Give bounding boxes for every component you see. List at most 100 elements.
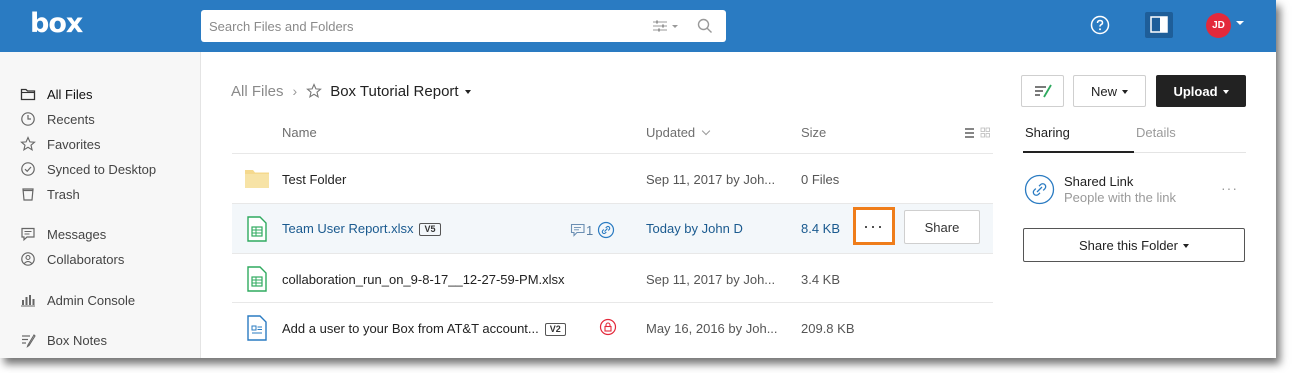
comment-indicator[interactable]: 1 [570, 221, 615, 239]
table-row[interactable]: collaboration_run_on_9-8-17__12-27-59-PM… [232, 253, 993, 303]
trash-icon [22, 188, 34, 201]
more-options-button[interactable]: ... [853, 207, 895, 245]
version-badge[interactable]: V2 [544, 323, 566, 336]
view-toggle-icon[interactable] [964, 127, 992, 139]
shared-link-title: Shared Link [1064, 174, 1134, 189]
file-name-wrap[interactable]: Add a user to your Box from AT&T account… [282, 321, 566, 336]
link-icon[interactable] [597, 221, 615, 239]
column-header-updated[interactable]: Updated [646, 125, 711, 140]
row-share-button[interactable]: Share [904, 210, 980, 244]
star-icon[interactable] [306, 83, 323, 99]
breadcrumb: All Files › Box Tutorial Report [231, 80, 471, 102]
spreadsheet-icon [247, 216, 267, 242]
notes-icon [1034, 84, 1052, 98]
file-size: 8.4 KB [801, 221, 841, 236]
column-header-label: Updated [646, 125, 696, 140]
sidebar-item-messages[interactable]: Messages [20, 224, 106, 244]
shared-link-access[interactable]: People with the link [1064, 190, 1176, 205]
panel-icon [1150, 16, 1168, 33]
sidebar-item-box-notes[interactable]: Box Notes [20, 330, 107, 350]
breadcrumb-separator: › [292, 83, 298, 99]
lock-icon[interactable] [599, 318, 617, 336]
sidebar: All Files Recents Favorites Synced to De… [0, 52, 201, 358]
chevron-down-icon [1183, 243, 1189, 248]
chevron-down-icon[interactable] [1236, 21, 1244, 25]
spreadsheet-icon [247, 266, 267, 292]
file-name[interactable]: Team User Report.xlsx [282, 221, 413, 236]
sidebar-item-label: Synced to Desktop [47, 161, 157, 177]
chevron-down-icon [1122, 89, 1128, 94]
file-name[interactable]: collaboration_run_on_9-8-17__12-27-59-PM… [282, 272, 565, 287]
box-logo[interactable]: box [30, 8, 83, 39]
comment-icon [570, 223, 585, 237]
breadcrumb-current[interactable]: Box Tutorial Report [330, 83, 458, 100]
file-updated: Sep 11, 2017 by Joh... [646, 172, 776, 187]
file-updated: Today by John D [646, 221, 743, 236]
shared-link-more-button[interactable]: ··· [1221, 180, 1238, 196]
shared-link-icon [1024, 174, 1055, 205]
user-icon [21, 252, 35, 266]
breadcrumb-root[interactable]: All Files [231, 83, 284, 100]
document-icon [247, 315, 267, 341]
comment-count: 1 [586, 222, 594, 238]
sort-chevron-icon [701, 126, 711, 136]
help-icon[interactable] [1090, 15, 1110, 35]
chat-icon [21, 227, 35, 242]
tab-details[interactable]: Details [1136, 125, 1176, 140]
sidebar-item-favorites[interactable]: Favorites [20, 134, 100, 154]
sidebar-item-all-files[interactable]: All Files [20, 84, 93, 104]
avatar[interactable]: JD [1206, 13, 1231, 38]
sidebar-toggle-button[interactable] [1145, 12, 1173, 38]
sidebar-item-label: Admin Console [47, 292, 136, 308]
app-window: box Search Files and Folders JD All File… [0, 0, 1276, 358]
table-row[interactable]: Add a user to your Box from AT&T account… [232, 302, 993, 352]
version-badge[interactable]: V5 [419, 223, 441, 236]
new-button[interactable]: New [1073, 75, 1146, 107]
folder-icon [245, 170, 269, 188]
sidebar-item-label: Box Notes [47, 332, 107, 348]
file-size: 0 Files [801, 172, 840, 187]
sidebar-item-collaborators[interactable]: Collaborators [20, 249, 124, 269]
new-button-label: New [1090, 83, 1117, 99]
check-circle-icon [21, 162, 35, 176]
search-box[interactable] [201, 10, 726, 42]
chevron-down-icon[interactable] [464, 90, 471, 94]
sidebar-item-label: Favorites [47, 136, 101, 152]
upload-button[interactable]: Upload [1156, 75, 1246, 107]
sidebar-item-label: Messages [47, 226, 107, 242]
sidebar-item-label: Trash [47, 186, 80, 202]
sidebar-item-recents[interactable]: Recents [20, 109, 95, 129]
clock-icon [21, 112, 35, 126]
share-folder-button[interactable]: Share this Folder [1023, 228, 1245, 262]
file-updated: Sep 11, 2017 by Joh... [646, 272, 776, 287]
table-row[interactable]: Test Folder Sep 11, 2017 by Joh... 0 Fil… [232, 153, 993, 203]
sidebar-item-label: Collaborators [47, 251, 125, 267]
tab-sharing[interactable]: Sharing [1025, 125, 1070, 140]
box-notes-button[interactable] [1021, 75, 1064, 107]
file-name[interactable]: Test Folder [282, 172, 346, 187]
file-size: 3.4 KB [801, 272, 841, 287]
file-size: 209.8 KB [801, 321, 855, 336]
chevron-down-icon [1222, 89, 1229, 94]
search-input[interactable] [201, 10, 631, 42]
filter-icon[interactable] [652, 19, 680, 33]
notes-icon [22, 334, 36, 348]
tab-divider [1134, 152, 1246, 153]
folder-icon [20, 88, 36, 101]
sidebar-item-synced[interactable]: Synced to Desktop [20, 159, 156, 179]
star-icon [20, 136, 36, 151]
sidebar-item-label: Recents [47, 111, 95, 127]
share-folder-label: Share this Folder [1079, 237, 1178, 253]
sidebar-item-trash[interactable]: Trash [20, 184, 80, 204]
column-header-name[interactable]: Name [282, 125, 317, 140]
column-header-size[interactable]: Size [801, 125, 826, 140]
upload-button-label: Upload [1173, 83, 1218, 99]
file-name[interactable]: Add a user to your Box from AT&T account… [282, 321, 539, 336]
bar-chart-icon [21, 295, 35, 307]
file-name-wrap[interactable]: Team User Report.xlsx V5 [282, 221, 441, 236]
file-updated: May 16, 2016 by Joh... [646, 321, 778, 336]
sidebar-item-label: All Files [47, 86, 93, 102]
search-icon[interactable] [697, 18, 713, 34]
sidebar-item-admin-console[interactable]: Admin Console [20, 290, 135, 310]
column-header-label: Name [282, 125, 317, 140]
